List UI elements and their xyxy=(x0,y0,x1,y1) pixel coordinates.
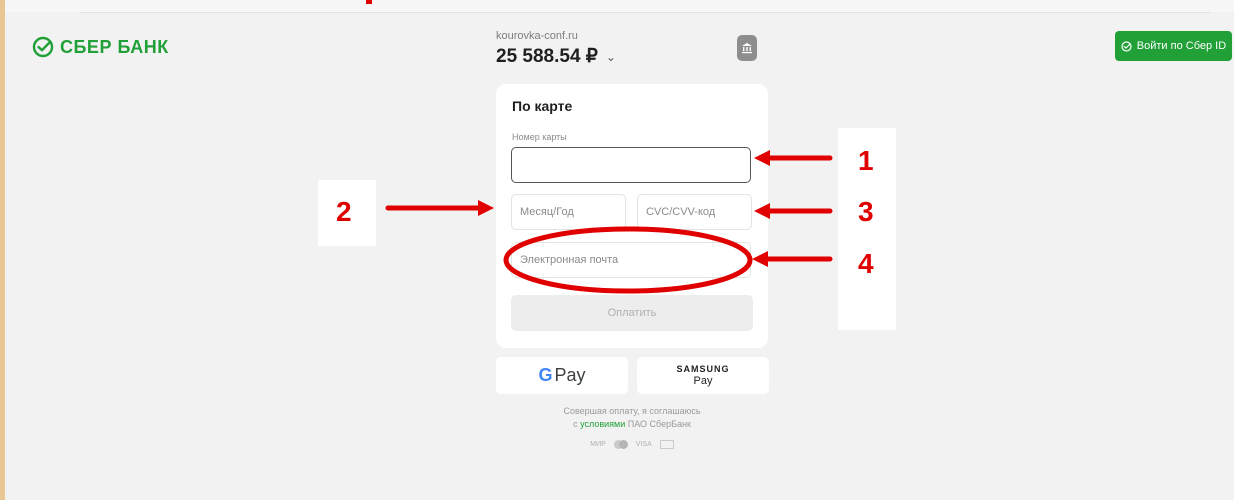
annotation-overlay xyxy=(385,150,833,294)
arrow-1-head xyxy=(754,150,770,166)
arrow-2-head xyxy=(478,200,494,216)
email-highlight-ellipse xyxy=(503,226,753,294)
arrow-4-head xyxy=(752,251,768,267)
arrow-3-head xyxy=(754,203,770,219)
